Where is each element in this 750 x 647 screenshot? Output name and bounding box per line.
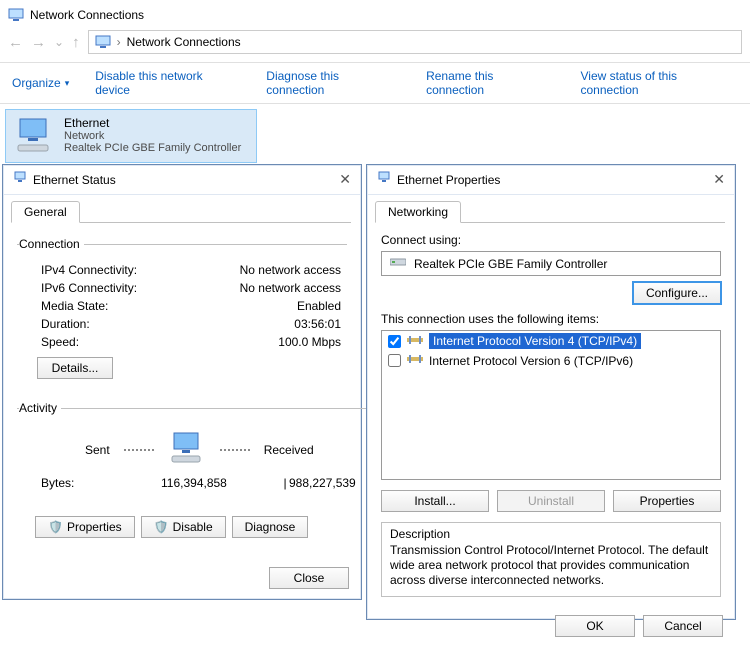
ipv4-value: No network access: [240, 263, 341, 277]
close-icon[interactable]: ✕: [339, 171, 351, 188]
status-tabs: General: [3, 195, 361, 223]
protocol-label: Internet Protocol Version 4 (TCP/IPv4): [429, 333, 641, 349]
duration-value: 03:56:01: [294, 317, 341, 331]
close-button[interactable]: Close: [269, 567, 349, 589]
control-panel-icon: [95, 35, 111, 49]
activity-line-right: [220, 449, 250, 451]
disable-device-button[interactable]: Disable this network device: [95, 69, 240, 97]
dialog-title: Ethernet Status: [33, 173, 116, 187]
ethernet-properties-dialog: Ethernet Properties ✕ Networking Connect…: [366, 164, 736, 620]
shield-icon: 🛡️: [48, 520, 63, 534]
protocol-listbox[interactable]: Internet Protocol Version 4 (TCP/IPv4) In…: [381, 330, 721, 480]
items-label: This connection uses the following items…: [381, 312, 721, 326]
disable-label: Disable: [173, 520, 213, 534]
nav-up-icon[interactable]: ↑: [72, 34, 80, 51]
ipv4-label: IPv4 Connectivity:: [41, 263, 137, 277]
ipv6-label: IPv6 Connectivity:: [41, 281, 137, 295]
toolbar: Organize ▾ Disable this network device D…: [0, 63, 750, 104]
properties-button[interactable]: 🛡️ Properties: [35, 516, 135, 538]
connection-name: Ethernet: [64, 116, 241, 130]
connection-subtype: Network: [64, 130, 241, 142]
shield-icon: 🛡️: [154, 520, 169, 534]
protocol-item[interactable]: Internet Protocol Version 6 (TCP/IPv6): [382, 351, 720, 370]
control-panel-icon: [8, 8, 24, 22]
bytes-separator: |: [281, 476, 289, 490]
rename-button[interactable]: Rename this connection: [426, 69, 554, 97]
view-status-button[interactable]: View status of this connection: [581, 69, 739, 97]
configure-button[interactable]: Configure...: [633, 282, 721, 304]
network-icon: [377, 171, 391, 188]
protocol-checkbox[interactable]: [388, 335, 401, 348]
duration-label: Duration:: [41, 317, 90, 331]
properties-tabs: Networking: [367, 195, 735, 223]
received-label: Received: [264, 443, 314, 457]
ethernet-icon: [14, 116, 54, 156]
activity-group: Activity Sent Received Bytes: 116,394,85…: [17, 401, 382, 500]
activity-icon: [168, 431, 206, 468]
bytes-sent-value: 116,394,858: [161, 476, 281, 490]
address-bar[interactable]: › Network Connections: [88, 30, 742, 54]
connection-group-label: Connection: [19, 237, 84, 251]
window-title: Network Connections: [30, 8, 144, 22]
connect-using-label: Connect using:: [381, 233, 721, 247]
diagnose-button[interactable]: Diagnose: [232, 516, 309, 538]
connection-item-ethernet[interactable]: Ethernet Network Realtek PCIe GBE Family…: [6, 110, 256, 162]
adapter-icon: [390, 256, 406, 271]
tab-general[interactable]: General: [11, 201, 80, 223]
media-label: Media State:: [41, 299, 108, 313]
cancel-button[interactable]: Cancel: [643, 615, 723, 637]
diagnose-button[interactable]: Diagnose this connection: [266, 69, 400, 97]
nav-forward-icon[interactable]: →: [31, 34, 46, 51]
close-icon[interactable]: ✕: [713, 171, 725, 188]
nav-back-icon[interactable]: ←: [8, 34, 23, 51]
dialog-title: Ethernet Properties: [397, 173, 500, 187]
tab-networking[interactable]: Networking: [375, 201, 461, 223]
bytes-label: Bytes:: [41, 476, 161, 490]
properties-label: Properties: [67, 520, 122, 534]
breadcrumb[interactable]: Network Connections: [127, 35, 241, 49]
speed-value: 100.0 Mbps: [278, 335, 341, 349]
description-text: Transmission Control Protocol/Internet P…: [390, 543, 712, 588]
protocol-label: Internet Protocol Version 6 (TCP/IPv6): [429, 354, 633, 368]
description-group: Description Transmission Control Protoco…: [381, 522, 721, 597]
speed-label: Speed:: [41, 335, 79, 349]
protocol-properties-button[interactable]: Properties: [613, 490, 721, 512]
details-button[interactable]: Details...: [37, 357, 113, 379]
activity-group-label: Activity: [19, 401, 61, 415]
adapter-field[interactable]: Realtek PCIe GBE Family Controller: [381, 251, 721, 276]
organize-label: Organize: [12, 76, 61, 90]
chevron-down-icon: ▾: [65, 78, 70, 89]
protocol-item[interactable]: Internet Protocol Version 4 (TCP/IPv4): [382, 331, 720, 351]
disable-button[interactable]: 🛡️ Disable: [141, 516, 226, 538]
breadcrumb-sep: ›: [117, 35, 121, 49]
protocol-checkbox[interactable]: [388, 354, 401, 367]
uninstall-button[interactable]: Uninstall: [497, 490, 605, 512]
connection-item-text: Ethernet Network Realtek PCIe GBE Family…: [64, 116, 241, 156]
bytes-received-value: 988,227,539: [289, 476, 376, 490]
explorer-header: Network Connections ← → ⌄ ↑ › Network Co…: [0, 0, 750, 63]
description-heading: Description: [390, 527, 712, 541]
connection-group: Connection IPv4 Connectivity: No network …: [17, 237, 347, 387]
adapter-name: Realtek PCIe GBE Family Controller: [414, 257, 607, 271]
install-button[interactable]: Install...: [381, 490, 489, 512]
media-value: Enabled: [297, 299, 341, 313]
activity-line-left: [124, 449, 154, 451]
ethernet-status-dialog: Ethernet Status ✕ General Connection IPv…: [2, 164, 362, 600]
network-icon: [13, 171, 27, 188]
organize-menu[interactable]: Organize ▾: [12, 76, 69, 90]
protocol-icon: [407, 353, 423, 368]
protocol-icon: [407, 334, 423, 349]
connection-adapter: Realtek PCIe GBE Family Controller: [64, 142, 241, 154]
ok-button[interactable]: OK: [555, 615, 635, 637]
nav-recent-dropdown[interactable]: ⌄: [54, 35, 64, 49]
sent-label: Sent: [85, 443, 110, 457]
ipv6-value: No network access: [240, 281, 341, 295]
